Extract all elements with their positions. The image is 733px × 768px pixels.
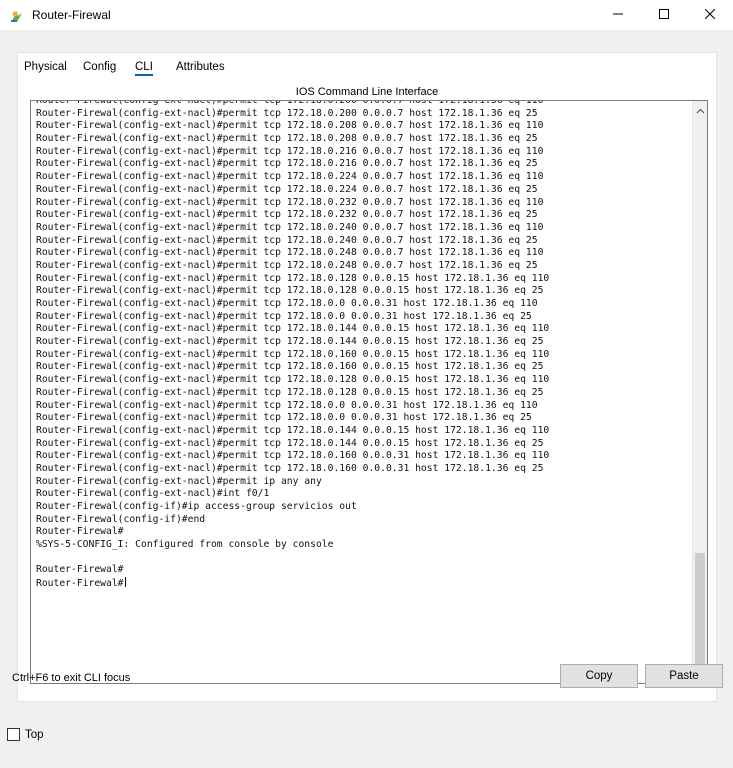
console-line: Router-Firewal(config-ext-nacl)#permit t… [36, 107, 538, 119]
console-line: Router-Firewal(config-ext-nacl)#permit t… [36, 336, 544, 348]
console-line: Router-Firewal(config-ext-nacl)#permit t… [36, 100, 544, 106]
text-cursor [124, 577, 126, 588]
cli-focus-hint: Ctrl+F6 to exit CLI focus [12, 672, 131, 684]
console-line: Router-Firewal(config-ext-nacl)#permit t… [36, 133, 538, 145]
console-line: Router-Firewal(config-ext-nacl)#permit t… [36, 450, 550, 462]
maximize-button[interactable] [641, 0, 687, 30]
console-line: Router-Firewal(config-if)#end [36, 513, 206, 525]
close-button[interactable] [687, 0, 733, 30]
console-line: Router-Firewal(config-ext-nacl)#permit t… [36, 183, 538, 195]
console-output: Router-Firewal(config-ext-nacl)#permit t… [36, 100, 691, 590]
tab-config[interactable]: Config [83, 61, 116, 73]
console-line: Router-Firewal(config-ext-nacl)#permit t… [36, 272, 550, 284]
console-line: Router-Firewal# [36, 564, 124, 576]
console-line: Router-Firewal(config-ext-nacl)#permit t… [36, 221, 544, 233]
console-line: Router-Firewal(config-ext-nacl)#permit t… [36, 196, 544, 208]
console-line: Router-Firewal(config-ext-nacl)#permit t… [36, 361, 544, 373]
console-line: %SYS-5-CONFIG_I: Configured from console… [36, 539, 334, 551]
minimize-icon [613, 6, 623, 24]
window-title: Router-Firewal [32, 8, 111, 22]
console-line: Router-Firewal(config-ext-nacl)#permit t… [36, 412, 532, 424]
console-line: Router-Firewal(config-ext-nacl)#permit t… [36, 374, 550, 386]
console-line: Router-Firewal(config-ext-nacl)#int f0/1 [36, 488, 270, 500]
tab-physical[interactable]: Physical [24, 61, 67, 73]
console-line: Router-Firewal(config-ext-nacl)#permit t… [36, 348, 550, 360]
title-bar: Router-Firewal [0, 0, 733, 30]
console-line: Router-Firewal# [36, 577, 126, 590]
tab-attributes[interactable]: Attributes [176, 61, 225, 73]
top-checkbox-label: Top [25, 728, 44, 741]
window-body: Physical Config CLI Attributes IOS Comma… [0, 30, 733, 768]
console-line: Router-Firewal# [36, 526, 124, 538]
top-checkbox[interactable] [7, 728, 20, 741]
console-line: Router-Firewal(config-ext-nacl)#permit t… [36, 285, 544, 297]
console-line: Router-Firewal(config-ext-nacl)#permit t… [36, 386, 544, 398]
console-line: Router-Firewal(config-if)#ip access-grou… [36, 501, 357, 512]
console-line: Router-Firewal(config-ext-nacl)#permit t… [36, 424, 550, 436]
close-icon [704, 6, 716, 24]
scrollbar-thumb[interactable] [695, 553, 705, 665]
minimize-button[interactable] [595, 0, 641, 30]
console-line: Router-Firewal(config-ext-nacl)#permit t… [36, 120, 544, 132]
console-line: Router-Firewal(config-ext-nacl)#permit t… [36, 259, 538, 271]
console-line: Router-Firewal(config-ext-nacl)#permit t… [36, 399, 538, 411]
router-icon [9, 8, 25, 24]
console-line: Router-Firewal(config-ext-nacl)#permit t… [36, 437, 544, 449]
cli-console[interactable]: Router-Firewal(config-ext-nacl)#permit t… [30, 100, 708, 684]
console-line: Router-Firewal(config-ext-nacl)#permit t… [36, 298, 538, 309]
console-line: Router-Firewal(config-ext-nacl)#permit t… [36, 462, 544, 474]
console-line: Router-Firewal(config-ext-nacl)#permit t… [36, 247, 544, 259]
scroll-up-button[interactable] [693, 101, 707, 119]
console-line: Router-Firewal(config-ext-nacl)#permit i… [36, 475, 322, 487]
console-line: Router-Firewal(config-ext-nacl)#permit t… [36, 171, 544, 183]
maximize-icon [659, 6, 669, 24]
paste-button[interactable]: Paste [645, 664, 723, 688]
console-line: Router-Firewal(config-ext-nacl)#permit t… [36, 310, 532, 322]
console-line: Router-Firewal(config-ext-nacl)#permit t… [36, 323, 550, 335]
copy-button[interactable]: Copy [560, 664, 638, 688]
console-line: Router-Firewal(config-ext-nacl)#permit t… [36, 145, 544, 157]
cli-heading: IOS Command Line Interface [295, 86, 439, 98]
tab-panel: Physical Config CLI Attributes IOS Comma… [17, 52, 717, 702]
tab-cli[interactable]: CLI [135, 61, 153, 76]
console-line: Router-Firewal(config-ext-nacl)#permit t… [36, 209, 538, 221]
console-line: Router-Firewal(config-ext-nacl)#permit t… [36, 234, 538, 246]
vertical-scrollbar[interactable] [692, 101, 707, 683]
chevron-up-icon [696, 101, 705, 119]
console-line: Router-Firewal(config-ext-nacl)#permit t… [36, 158, 538, 170]
tab-strip: Physical Config CLI Attributes [18, 53, 716, 81]
top-option[interactable]: Top [7, 728, 44, 741]
